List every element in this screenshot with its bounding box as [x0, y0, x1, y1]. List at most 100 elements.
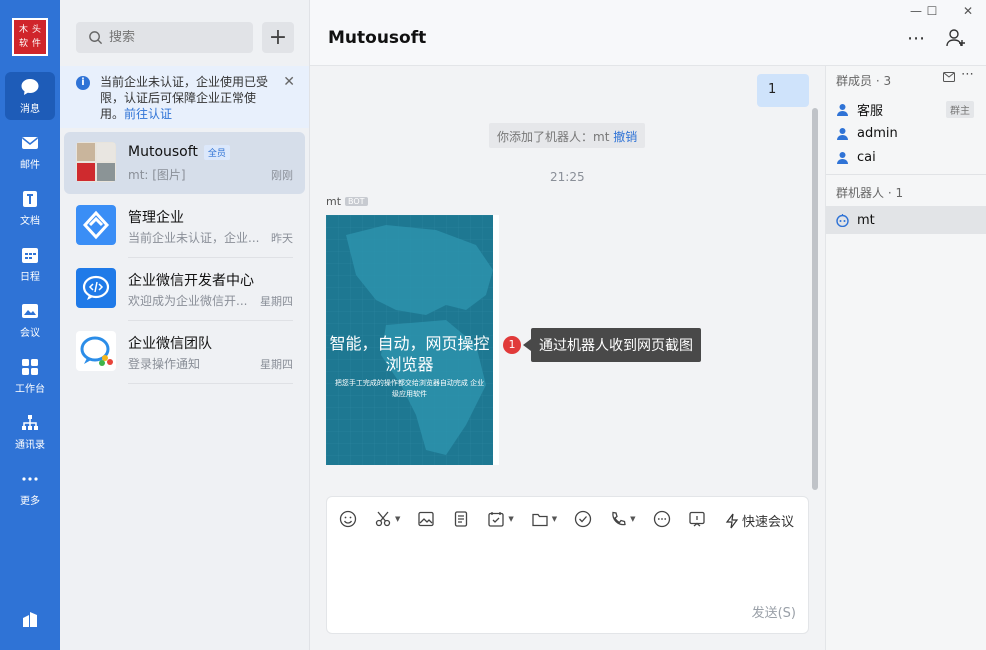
search-input[interactable]	[109, 30, 239, 45]
phone-icon	[612, 511, 626, 526]
chat-window: Mutousoft — ☐ ✕ ⋯ 1 你添加了机器人：mt 撤销 21:25 …	[310, 0, 986, 650]
logo-char: 头	[31, 24, 41, 35]
folder-button[interactable]: ▼	[531, 510, 557, 528]
add-button[interactable]: +	[262, 22, 294, 53]
conversation-item[interactable]: 管理企业 当前企业未认证，企业... 昨天	[64, 195, 305, 257]
verification-notice: i 当前企业未认证，企业使用已受限，认证后可保障企业正常使用。前往认证 ✕	[60, 66, 309, 128]
close-window-button[interactable]: ✕	[959, 4, 977, 20]
bot-name: mt	[857, 212, 875, 228]
emoji-button[interactable]	[339, 510, 357, 528]
nav-item-messages[interactable]: 消息	[5, 72, 55, 120]
nav-item-workbench[interactable]: 工作台	[5, 352, 55, 400]
sender-name: mt	[326, 195, 342, 208]
mail-icon	[22, 137, 38, 149]
group-avatar	[76, 142, 116, 182]
nav-item-contacts[interactable]: 通讯录	[5, 408, 55, 456]
bot-badge: BOT	[345, 197, 368, 206]
members-more-button[interactable]: ⋯	[961, 67, 974, 82]
add-member-button[interactable]	[946, 28, 966, 52]
more-icon	[22, 477, 38, 481]
nav-item-label: 工作台	[15, 384, 45, 395]
info-icon: i	[76, 76, 90, 90]
bot-item[interactable]: mt	[826, 206, 986, 234]
members-header: 群成员 · 3	[836, 74, 892, 88]
image-icon	[418, 511, 435, 527]
conversation-time: 星期四	[260, 295, 293, 308]
member-panel: 群成员 · 3 ⋯ 客服 群主 admin cai 群机器人 · 1 mt	[825, 66, 986, 650]
file-doc-button[interactable]	[452, 510, 470, 528]
composer: ▼ ▼ ▼ ▼ 快速会议 发送(S)	[326, 496, 809, 634]
document-icon	[455, 511, 468, 527]
task-button[interactable]	[574, 510, 592, 528]
nav-item-docs[interactable]: 文档	[5, 184, 55, 232]
calendar-icon	[22, 248, 38, 263]
divider	[826, 174, 986, 175]
chevron-down-icon[interactable]: ▼	[508, 515, 513, 523]
member-item[interactable]: 客服 群主	[826, 96, 986, 122]
callout-text: 通过机器人收到网页截图	[531, 328, 701, 362]
ellipsis-icon: ⋯	[961, 67, 974, 82]
conversation-item[interactable]: 企业微信团队 登录操作通知 星期四	[64, 321, 305, 383]
more-options-button[interactable]: ⋯	[907, 28, 926, 49]
nav-item-meetings[interactable]: 会议	[5, 296, 55, 344]
nav-settings-button[interactable]	[5, 596, 55, 644]
nav-item-mail[interactable]: 邮件	[5, 128, 55, 176]
my-message-bubble[interactable]: 1	[757, 74, 809, 107]
check-circle-icon	[575, 510, 592, 528]
member-name: 客服	[857, 103, 884, 119]
nav-item-more[interactable]: 更多	[5, 464, 55, 512]
screenshot-button[interactable]: ▼	[374, 510, 400, 528]
member-item[interactable]: admin	[826, 120, 986, 146]
chat-scrollbar[interactable]	[812, 108, 818, 490]
folder-icon	[532, 513, 548, 527]
emoji-icon	[339, 510, 357, 528]
screenshot-image[interactable]: 智能，自动，网页操控浏览器 把您手工完成的操作都交给浏览器自动完成 企业级应用软…	[326, 215, 499, 465]
chevron-down-icon[interactable]: ▼	[552, 515, 557, 523]
chat-title: Mutousoft	[328, 28, 427, 48]
conversation-name: 管理企业	[128, 210, 184, 226]
system-message-text: 你添加了机器人：mt	[497, 130, 610, 144]
all-members-badge: 全员	[203, 144, 230, 160]
notice-link[interactable]: 前往认证	[124, 107, 172, 121]
nav-item-calendar[interactable]: 日程	[5, 240, 55, 288]
send-button[interactable]: 发送(S)	[752, 602, 796, 621]
ellipsis-icon: ⋯	[907, 28, 926, 49]
annotation-callout: 1 通过机器人收到网页截图	[503, 328, 701, 362]
image-button[interactable]	[417, 510, 435, 528]
bots-header: 群机器人 · 1	[836, 186, 904, 200]
close-icon[interactable]: ✕	[283, 74, 295, 90]
lightning-icon	[725, 513, 739, 528]
conversation-item[interactable]: 企业微信开发者中心 欢迎成为企业微信开... 星期四	[64, 258, 305, 320]
chevron-down-icon[interactable]: ▼	[395, 515, 400, 523]
group-mail-button[interactable]	[943, 71, 955, 86]
screen-share-icon	[688, 511, 705, 527]
member-item[interactable]: cai	[826, 144, 986, 170]
more-tools-button[interactable]	[653, 510, 671, 528]
message-area: 1 你添加了机器人：mt 撤销 21:25 mt BOT 智能，自动，网页操控浏览…	[310, 66, 825, 650]
nav-item-label: 日程	[20, 272, 40, 283]
schedule-button[interactable]: ▼	[487, 510, 514, 528]
logo-char: 木	[18, 24, 28, 35]
logo-char: 软	[18, 38, 28, 49]
callout-number: 1	[503, 336, 521, 354]
maximize-button[interactable]: ☐	[923, 4, 941, 20]
call-button[interactable]: ▼	[609, 510, 636, 528]
conversation-time: 昨天	[271, 232, 293, 245]
plus-icon: +	[268, 25, 288, 50]
meeting-icon	[22, 304, 38, 318]
chevron-down-icon[interactable]: ▼	[630, 515, 635, 523]
search-box[interactable]	[76, 22, 253, 53]
composer-toolbar: ▼ ▼ ▼ ▼	[339, 510, 723, 528]
quick-meeting-label: 快速会议	[742, 515, 795, 530]
live-button[interactable]	[688, 510, 706, 528]
nav-bar: 木 头 软 件 消息 邮件 文档 日程 会议 工作台 通讯录 更多	[0, 0, 60, 650]
nav-item-label: 通讯录	[15, 440, 45, 451]
conversation-item[interactable]: Mutousoft 全员 mt: [图片] 刚刚	[64, 132, 305, 194]
quick-meeting-button[interactable]: 快速会议	[725, 511, 794, 530]
app-logo[interactable]: 木 头 软 件	[12, 18, 48, 56]
message-input[interactable]	[339, 541, 797, 601]
callout-pointer	[523, 339, 531, 351]
message-icon	[21, 79, 39, 95]
scissors-icon	[375, 511, 391, 527]
undo-link[interactable]: 撤销	[613, 130, 637, 144]
